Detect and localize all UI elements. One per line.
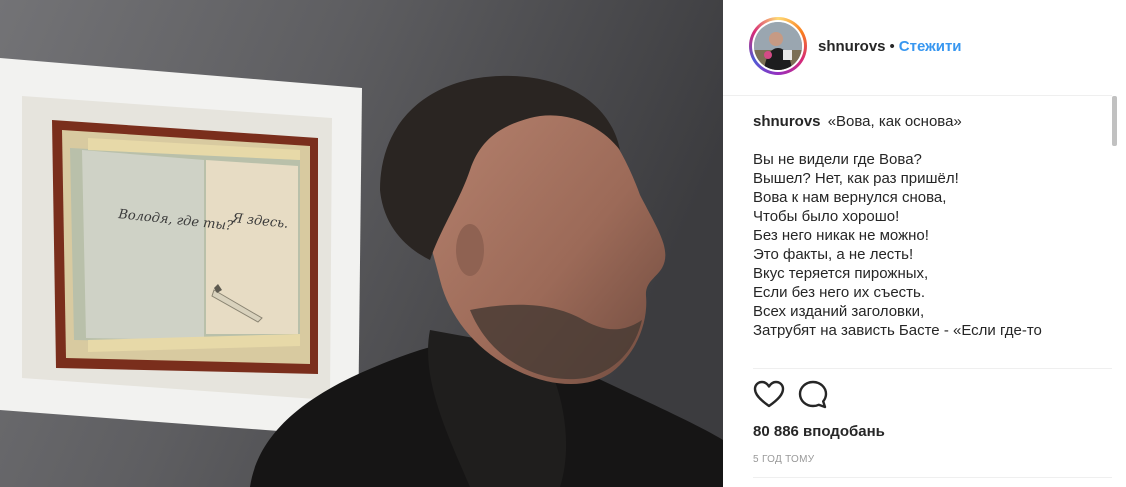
caption: shnurovs «Вова, как основа» Вы не видели…	[753, 112, 1111, 367]
header-username[interactable]: shnurovs	[818, 38, 886, 55]
caption-line: Вова к нам вернулся снова,	[753, 189, 947, 206]
caption-line: Это факты, а не лесть!	[753, 246, 914, 263]
avatar[interactable]	[749, 17, 807, 75]
heart-icon[interactable]	[753, 379, 785, 411]
likes-count[interactable]: 80 886 вподобань	[753, 423, 885, 440]
caption-line: Без него никак не можно!	[753, 227, 929, 244]
caption-line: Если без него их съесть.	[753, 284, 926, 301]
caption-line: Всех изданий заголовки,	[753, 303, 925, 320]
caption-line: Вышел? Нет, как раз пришёл!	[753, 170, 959, 187]
post-panel: shnurovs • Стежити shnurovs «Вова, как осн…	[723, 0, 1126, 487]
header-separator: •	[889, 38, 895, 55]
post-time[interactable]: 5 ГОД ТОМУ	[753, 454, 814, 465]
comment-icon[interactable]	[797, 379, 829, 411]
divider	[753, 368, 1112, 369]
follow-button[interactable]: Стежити	[899, 38, 962, 55]
caption-scrollbar[interactable]	[1112, 96, 1117, 146]
caption-line: Чтобы было хорошо!	[753, 208, 900, 225]
caption-username[interactable]: shnurovs	[753, 113, 821, 130]
caption-line: Затрубят на зависть Басте - «Если где-то	[753, 322, 1042, 339]
framed-artwork	[0, 58, 362, 437]
post-header: shnurovs • Стежити	[723, 0, 1112, 96]
divider	[753, 477, 1112, 478]
caption-line: Вкус теряется пирожных,	[753, 265, 929, 282]
caption-line: Вы не видели где Вова?	[753, 151, 922, 168]
caption-title: «Вова, как основа»	[827, 113, 962, 130]
post-photo[interactable]: Володя, где ты? Я здесь.	[0, 0, 723, 487]
